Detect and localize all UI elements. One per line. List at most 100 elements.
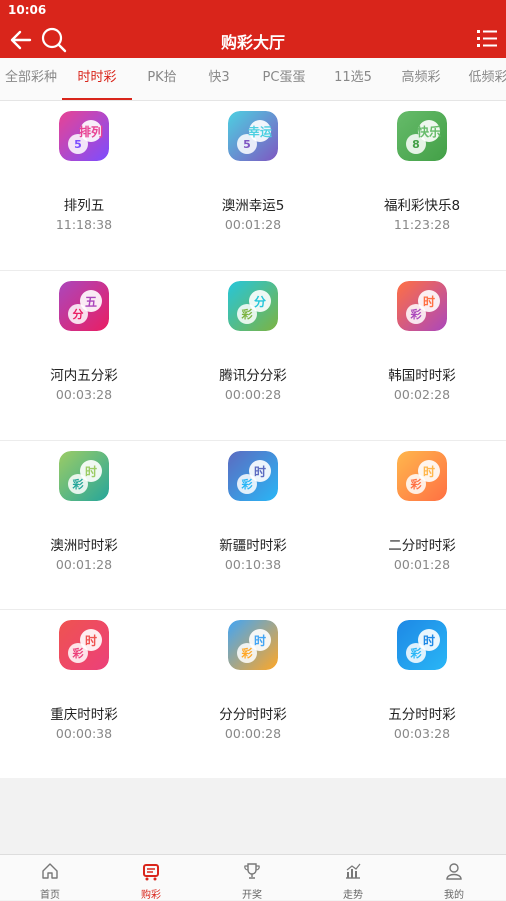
nav-item-4[interactable]: 我的	[404, 855, 504, 901]
tab-1[interactable]: 时时彩	[62, 58, 132, 100]
lottery-countdown: 00:02:28	[393, 387, 451, 402]
lottery-item[interactable]: 时彩新疆时时彩 00:10:38	[169, 441, 337, 610]
lottery-logo-text: 时	[85, 633, 97, 648]
lottery-name: 重庆时时彩	[50, 707, 118, 723]
app-header: 购彩大厅	[0, 22, 506, 58]
tab-6[interactable]: 高频彩	[384, 58, 458, 100]
lottery-item[interactable]: 时彩重庆时时彩 00:00:38	[0, 610, 168, 779]
lottery-item[interactable]: 时彩澳洲时时彩 00:01:28	[0, 441, 168, 610]
lottery-item[interactable]: 时彩分分时时彩 00:00:28	[169, 610, 337, 779]
lottery-logo-subtext: 8	[412, 138, 420, 151]
lottery-name: 排列五	[63, 198, 105, 214]
lottery-logo-subtext: 彩	[241, 307, 253, 321]
lottery-item[interactable]: 分彩腾讯分分彩 00:00:28	[169, 271, 337, 440]
lottery-item[interactable]: 时彩二分时时彩 00:01:28	[338, 441, 506, 610]
lottery-logo-text: 时	[423, 633, 435, 648]
lottery-logo-text: 五	[85, 295, 97, 309]
lottery-logo-subtext: 5	[243, 138, 251, 151]
cart-icon	[143, 864, 159, 881]
status-bar: 10:06	[0, 0, 506, 22]
lottery-countdown: 00:00:28	[224, 387, 282, 402]
lottery-name: 河内五分彩	[50, 368, 118, 384]
nav-item-1[interactable]: 购彩	[101, 855, 201, 901]
lottery-countdown: 00:03:28	[55, 387, 113, 402]
lottery-logo-subtext: 彩	[410, 477, 422, 491]
row-divider	[0, 270, 506, 271]
lottery-logo-icon: 时彩	[397, 281, 447, 331]
tab-4[interactable]: PC蛋蛋	[246, 58, 322, 100]
lottery-logo-subtext: 分	[73, 307, 84, 321]
lottery-countdown: 00:01:28	[393, 557, 451, 572]
lottery-logo-icon: 时彩	[397, 451, 447, 501]
lottery-grid: 排列 5 排列五 11:18:38 幸运 5 澳洲幸运5 00:01:28 快乐 8 福利彩快乐8 1…	[0, 101, 506, 778]
tab-0[interactable]: 全部彩种	[0, 58, 62, 100]
lottery-logo-icon: 时彩	[59, 451, 109, 501]
lottery-countdown: 00:00:28	[224, 726, 282, 741]
lottery-countdown: 00:00:38	[55, 726, 113, 741]
lottery-logo-text: 时	[423, 464, 435, 479]
lottery-countdown: 00:03:28	[393, 726, 451, 741]
lottery-name: 澳洲时时彩	[50, 538, 118, 554]
lottery-item[interactable]: 幸运 5 澳洲幸运5 00:01:28	[169, 101, 337, 270]
lottery-name: 分分时时彩	[219, 707, 287, 723]
lottery-countdown: 00:10:38	[224, 557, 282, 572]
lottery-item[interactable]: 快乐 8 福利彩快乐8 11:23:28	[338, 101, 506, 270]
lottery-item[interactable]: 时彩五分时时彩 00:03:28	[338, 610, 506, 779]
lottery-logo-subtext: 彩	[72, 477, 84, 491]
home-icon	[42, 863, 58, 879]
page-title: 购彩大厅	[220, 33, 285, 52]
category-tabs: 全部彩种 时时彩 PK拾 快3 PC蛋蛋 11选5 高频彩 低频彩	[0, 58, 506, 101]
tab-5[interactable]: 11选5	[322, 58, 384, 100]
lottery-logo-text: 排列	[79, 124, 103, 139]
lottery-logo-subtext: 彩	[241, 646, 253, 660]
lottery-logo-subtext: 5	[74, 138, 82, 151]
nav-item-3[interactable]: 走势	[303, 855, 403, 901]
lottery-countdown: 11:23:28	[393, 217, 451, 232]
lottery-name: 澳洲幸运5	[221, 198, 285, 214]
lottery-logo-text: 时	[423, 294, 435, 309]
lottery-logo-text: 时	[85, 464, 97, 479]
lottery-name: 福利彩快乐8	[383, 198, 461, 214]
lottery-logo-icon: 幸运5	[228, 111, 278, 161]
lottery-logo-icon: 时彩	[228, 451, 278, 501]
lottery-logo-icon: 排列5	[59, 111, 109, 161]
lottery-logo-subtext: 彩	[410, 307, 422, 321]
lottery-name: 腾讯分分彩	[219, 368, 287, 384]
lottery-logo-subtext: 彩	[410, 646, 422, 660]
lottery-logo-text: 幸运	[248, 124, 272, 139]
row-divider	[0, 440, 506, 441]
lottery-item[interactable]: 时彩韩国时时彩 00:02:28	[338, 271, 506, 440]
lottery-logo-icon: 时彩	[228, 620, 278, 670]
status-time: 10:06	[8, 3, 47, 17]
lottery-logo-icon: 五分	[59, 281, 109, 331]
lottery-logo-text: 分	[254, 294, 266, 309]
lottery-logo-icon: 分彩	[228, 281, 278, 331]
lottery-logo-text: 时	[254, 633, 266, 648]
tab-3[interactable]: 快3	[192, 58, 246, 100]
lottery-item[interactable]: 五分河内五分彩 00:03:28	[0, 271, 168, 440]
lottery-item[interactable]: 排列 5 排列五 11:18:38	[0, 101, 168, 270]
nav-item-2[interactable]: 开奖	[202, 855, 302, 901]
nav-item-0[interactable]: 首页	[0, 855, 100, 901]
lottery-logo-icon: 时彩	[397, 620, 447, 670]
lottery-countdown: 00:01:28	[55, 557, 113, 572]
lottery-logo-text: 时	[254, 464, 266, 479]
lottery-logo-text: 快乐	[417, 124, 441, 139]
tab-7[interactable]: 低频彩	[458, 58, 506, 100]
lottery-logo-subtext: 彩	[241, 477, 253, 491]
lottery-countdown: 00:01:28	[224, 217, 282, 232]
lottery-logo-icon: 快乐8	[397, 111, 447, 161]
lottery-name: 五分时时彩	[388, 707, 456, 723]
lottery-name: 韩国时时彩	[388, 368, 456, 384]
bottom-nav: 首页 购彩 开奖 走势 我的	[0, 854, 506, 901]
chart-icon	[346, 863, 361, 879]
lottery-logo-icon: 时彩	[59, 620, 109, 670]
list-menu-icon[interactable]	[476, 28, 498, 50]
lottery-countdown: 11:18:38	[55, 217, 113, 232]
lottery-logo-subtext: 彩	[72, 646, 84, 660]
tab-2[interactable]: PK拾	[132, 58, 192, 100]
user-icon	[446, 863, 462, 880]
row-divider	[0, 609, 506, 610]
lottery-name: 新疆时时彩	[219, 538, 287, 554]
trophy-icon	[244, 863, 260, 879]
